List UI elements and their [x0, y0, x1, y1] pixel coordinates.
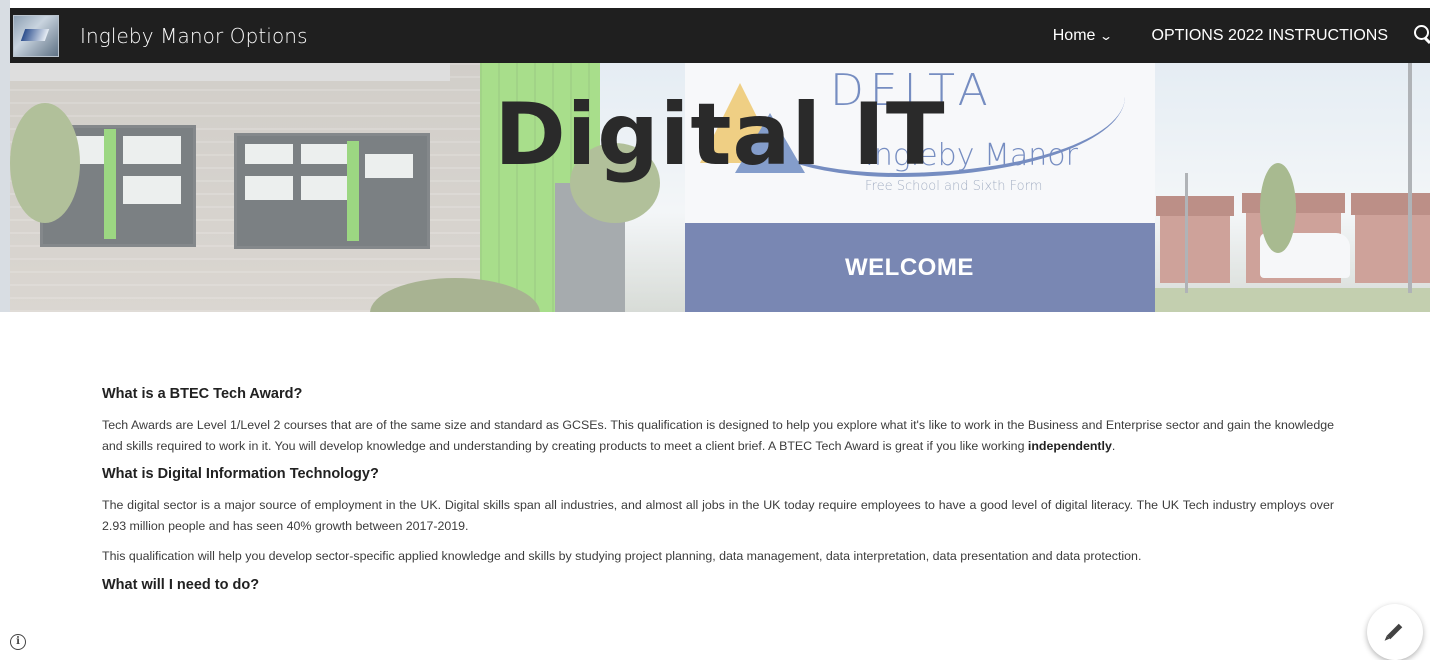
section-paragraph: This qualification will help you develop… — [102, 549, 1142, 563]
section-heading: What is Digital Information Technology? — [102, 466, 379, 482]
main-nav: Home ⌄ OPTIONS 2022 INSTRUCTIONS — [1039, 8, 1430, 63]
section-heading: What will I need to do? — [102, 576, 260, 593]
section-heading: What is a BTEC Tech Award? — [102, 386, 303, 402]
logo-mark — [20, 28, 50, 41]
main-content: What is a BTEC Tech Award? Tech Awards a… — [102, 386, 1334, 606]
hero-banner: DELTA Ingleby Manor Free School and Sixt… — [10, 63, 1430, 312]
page: Ingleby Manor Options Home ⌄ OPTIONS 202… — [0, 0, 1430, 660]
pencil-icon — [1386, 623, 1403, 640]
section-paragraph: Tech Awards are Level 1/Level 2 courses … — [102, 415, 1334, 456]
paragraph-text: Tech Awards are Level 1/Level 2 courses … — [102, 418, 1334, 453]
site-logo[interactable] — [13, 14, 59, 57]
section-paragraph: The digital sector is a major source of … — [102, 498, 1334, 533]
nav-home-label: Home — [1052, 26, 1096, 44]
chevron-down-icon[interactable]: ⌄ — [1099, 29, 1113, 43]
nav-home[interactable]: Home ⌄ — [1039, 8, 1126, 63]
edit-button[interactable] — [1367, 604, 1423, 660]
nav-options-instructions[interactable]: OPTIONS 2022 INSTRUCTIONS — [1138, 8, 1403, 63]
top-nav-bar: Ingleby Manor Options Home ⌄ OPTIONS 202… — [10, 8, 1430, 63]
page-title: Digital IT — [494, 85, 946, 185]
left-strip — [0, 0, 10, 312]
site-title[interactable]: Ingleby Manor Options — [80, 24, 308, 48]
info-icon[interactable]: i — [10, 634, 26, 650]
paragraph-text: . — [1111, 438, 1116, 453]
bold-text: independently — [1027, 438, 1112, 453]
search-icon[interactable] — [1408, 8, 1430, 63]
